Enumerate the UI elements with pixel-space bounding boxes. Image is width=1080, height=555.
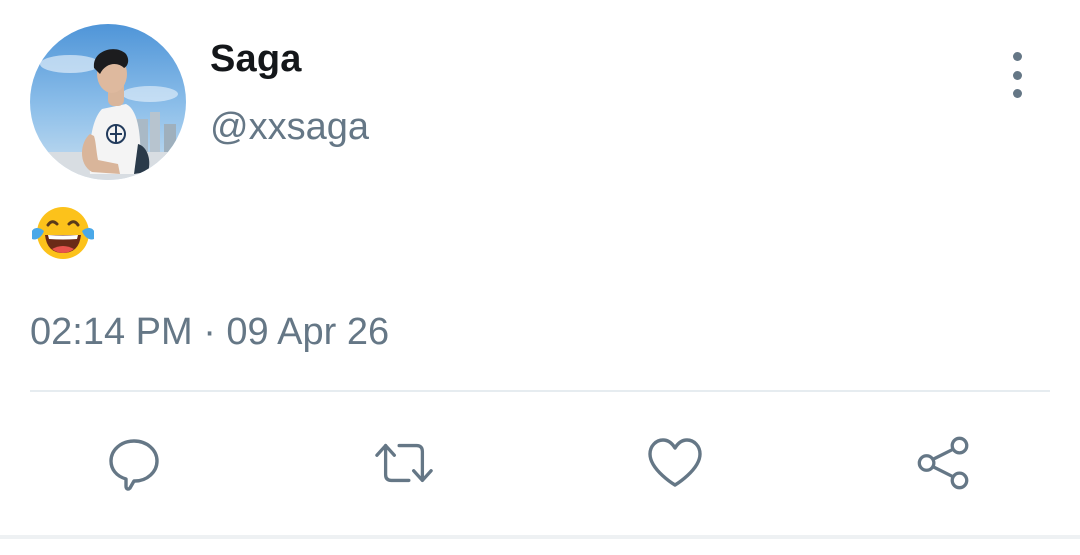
share-button[interactable] bbox=[914, 432, 974, 494]
speech-bubble-icon bbox=[109, 439, 159, 491]
tweet-card: Saga @xxsaga 02:14 PM · 09 Apr 26 bbox=[0, 0, 1080, 555]
more-options-icon-dot bbox=[1012, 89, 1022, 98]
like-button[interactable] bbox=[645, 432, 705, 494]
reply-button[interactable] bbox=[104, 432, 164, 494]
bottom-border bbox=[0, 535, 1080, 539]
face-with-tears-of-joy-icon bbox=[32, 207, 94, 259]
retweet-icon bbox=[375, 443, 433, 483]
divider bbox=[30, 390, 1050, 392]
more-options-icon bbox=[1012, 52, 1022, 61]
heart-icon bbox=[648, 438, 702, 487]
tweet-timestamp: 02:14 PM · 09 Apr 26 bbox=[30, 311, 390, 353]
user-handle[interactable]: @xxsaga bbox=[210, 106, 369, 149]
avatar[interactable] bbox=[30, 24, 186, 180]
more-options-icon-dot bbox=[1012, 70, 1022, 80]
share-icon bbox=[917, 436, 969, 490]
avatar-photo bbox=[30, 24, 186, 180]
more-options-button[interactable] bbox=[996, 52, 1038, 98]
display-name[interactable]: Saga bbox=[210, 38, 302, 81]
retweet-button[interactable] bbox=[374, 432, 434, 494]
tweet-text bbox=[30, 205, 96, 263]
